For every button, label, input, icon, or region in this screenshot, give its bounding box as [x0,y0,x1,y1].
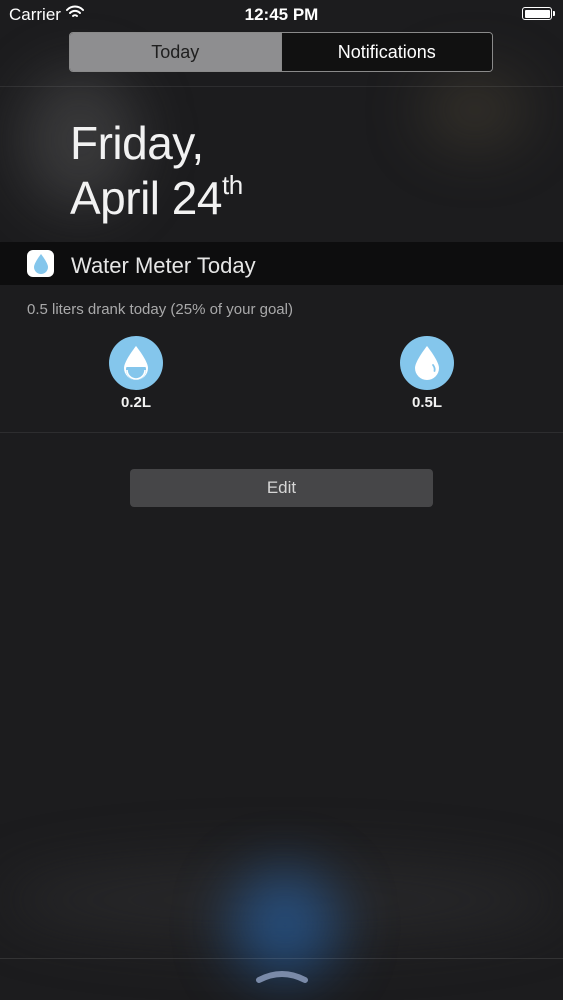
date-weekday: Friday, [70,117,204,169]
segmented-control: Today Notifications [69,32,493,72]
widget-header[interactable]: Water Meter Today [0,242,563,285]
battery-level [524,9,550,18]
battery-icon [522,7,552,20]
water-drop-icon [27,250,54,277]
divider [0,958,563,959]
date-month-day-text: April 24 [70,172,222,224]
date-month-day: April 24th [70,170,243,225]
battery-nub [553,11,555,16]
divider [0,86,563,87]
grabber-handle-icon[interactable] [255,968,309,991]
add-0-5l-button[interactable]: 0.5L [387,336,467,411]
background-blur [420,70,530,150]
partial-drop-icon [109,336,163,390]
full-drop-icon [400,336,454,390]
status-bar: Carrier 12:45 PM [0,0,563,30]
add-0-5l-label: 0.5L [411,394,442,411]
summary-text: 0.5 liters drank today (25% of your goal… [27,301,293,318]
background-blur [230,870,340,980]
add-0-2l-label: 0.2L [120,394,151,411]
add-0-2l-button[interactable]: 0.2L [96,336,176,411]
edit-button[interactable]: Edit [130,469,433,507]
divider [0,432,563,433]
widget-title: Water Meter Today [71,253,256,278]
tab-notifications[interactable]: Notifications [281,33,492,71]
tab-today[interactable]: Today [70,33,282,71]
status-time: 12:45 PM [244,5,319,24]
date-ordinal-suffix: th [221,170,243,200]
